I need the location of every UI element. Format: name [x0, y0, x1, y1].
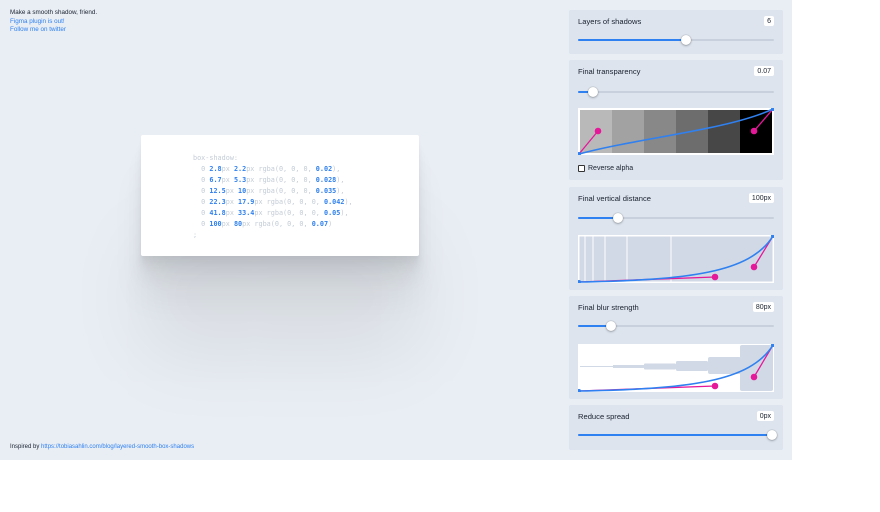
- spread-panel: Reduce spread 0px: [569, 405, 783, 450]
- code-line: 0 2.8px 2.2px rgba(0, 0, 0, 0.02),: [193, 165, 341, 173]
- alpha-swatch: [644, 110, 676, 153]
- reverse-alpha-label: Reverse alpha: [588, 165, 634, 172]
- reverse-alpha-toggle[interactable]: Reverse alpha: [578, 165, 633, 172]
- alpha-swatch: [708, 110, 740, 153]
- code-alpha: 0.02: [315, 165, 333, 173]
- curve-endpoint: [578, 389, 581, 392]
- distance-curve-graph[interactable]: [578, 235, 774, 283]
- bezier-handle[interactable]: [711, 382, 719, 390]
- reverse-alpha-checkbox[interactable]: [578, 165, 585, 172]
- preview-card: box-shadow: 0 2.8px 2.2px rgba(0, 0, 0, …: [141, 135, 419, 256]
- code-blur: 17.9: [238, 198, 255, 206]
- bezier-handle[interactable]: [711, 273, 719, 281]
- blur-curve-graph[interactable]: [578, 344, 774, 392]
- bezier-handle[interactable]: [594, 127, 602, 135]
- code-y: 6.7: [209, 176, 222, 184]
- code-y: 12.5: [209, 187, 226, 195]
- code-blur: 33.4: [238, 209, 255, 217]
- code-line: 0 22.3px 17.9px rgba(0, 0, 0, 0.042),: [193, 198, 353, 206]
- code-y: 100: [209, 220, 222, 228]
- intro: Make a smooth shadow, friend. Figma plug…: [10, 9, 97, 35]
- code-line: 0 12.5px 10px rgba(0, 0, 0, 0.035),: [193, 187, 345, 195]
- transparency-panel: Final transparency 0.07 Reverse alpha: [569, 60, 783, 180]
- transparency-curve-graph[interactable]: [578, 108, 774, 155]
- transparency-label: Final transparency: [578, 67, 641, 76]
- code-property: box-shadow:: [193, 154, 239, 162]
- code-line: 0 41.8px 33.4px rgba(0, 0, 0, 0.05),: [193, 209, 349, 217]
- transparency-value[interactable]: 0.07: [754, 66, 774, 76]
- slider-fill: [578, 434, 772, 436]
- slider-thumb[interactable]: [767, 430, 777, 440]
- spread-slider[interactable]: [578, 430, 777, 440]
- slider-fill: [578, 39, 686, 41]
- code-alpha: 0.07: [311, 220, 329, 228]
- code-line: 0 6.7px 5.3px rgba(0, 0, 0, 0.028),: [193, 176, 345, 184]
- app-root: Make a smooth shadow, friend. Figma plug…: [0, 0, 792, 460]
- code-close: ;: [193, 231, 198, 239]
- code-blur: 2.2: [233, 165, 247, 173]
- code-y: 41.8: [209, 209, 226, 217]
- blur-value[interactable]: 80px: [752, 302, 774, 312]
- figma-plugin-link[interactable]: Figma plugin is out!: [10, 18, 97, 27]
- layers-label: Layers of shadows: [578, 17, 642, 26]
- slider-track: [578, 91, 774, 93]
- transparency-slider[interactable]: [578, 87, 774, 97]
- distance-layer: [578, 235, 586, 283]
- code-alpha: 0.042: [323, 198, 345, 206]
- bezier-handle[interactable]: [750, 373, 758, 381]
- spread-value[interactable]: 0px: [756, 411, 774, 421]
- blur-slider[interactable]: [578, 321, 774, 331]
- twitter-link[interactable]: Follow me on twitter: [10, 26, 97, 35]
- blur-layer: [708, 357, 741, 374]
- code-y: 2.8: [209, 165, 222, 173]
- blur-layer: [644, 363, 676, 370]
- intro-title: Make a smooth shadow, friend.: [10, 9, 98, 16]
- code-alpha: 0.028: [315, 176, 337, 184]
- bezier-handle[interactable]: [750, 263, 758, 271]
- code-blur: 80: [233, 220, 243, 228]
- layers-value[interactable]: 6: [764, 16, 774, 26]
- blur-panel: Final blur strength 80px: [569, 296, 783, 399]
- css-code-block: box-shadow: 0 2.8px 2.2px rgba(0, 0, 0, …: [193, 153, 353, 241]
- spread-label: Reduce spread: [578, 412, 630, 421]
- distance-value[interactable]: 100px: [748, 193, 774, 203]
- blur-layer: [676, 361, 708, 371]
- code-y: 22.3: [209, 198, 226, 206]
- bezier-handle[interactable]: [750, 127, 758, 135]
- code-alpha: 0.035: [315, 187, 337, 195]
- slider-thumb[interactable]: [680, 35, 691, 45]
- footer-text: Inspired by: [10, 444, 42, 450]
- code-alpha: 0.05: [323, 209, 341, 217]
- alpha-swatch: [612, 110, 644, 153]
- code-blur: 10: [238, 187, 247, 195]
- slider-thumb[interactable]: [588, 87, 599, 97]
- slider-fill: [578, 217, 619, 219]
- blur-layer: [580, 366, 613, 367]
- blur-label: Final blur strength: [578, 303, 639, 312]
- layers-panel: Layers of shadows 6: [569, 10, 783, 54]
- distance-panel: Final vertical distance 100px: [569, 187, 783, 290]
- blur-layer: [613, 365, 644, 368]
- footer: Inspired by https://tobiasahlin.com/blog…: [10, 444, 194, 450]
- slider-thumb[interactable]: [605, 321, 616, 331]
- distance-label: Final vertical distance: [578, 194, 652, 203]
- code-blur: 5.3: [233, 176, 247, 184]
- slider-thumb[interactable]: [613, 213, 624, 223]
- layers-slider[interactable]: [578, 35, 774, 45]
- distance-slider[interactable]: [578, 213, 774, 223]
- code-line: 0 100px 80px rgba(0, 0, 0, 0.07): [193, 220, 333, 228]
- footer-link[interactable]: https://tobiasahlin.com/blog/layered-smo…: [41, 444, 194, 450]
